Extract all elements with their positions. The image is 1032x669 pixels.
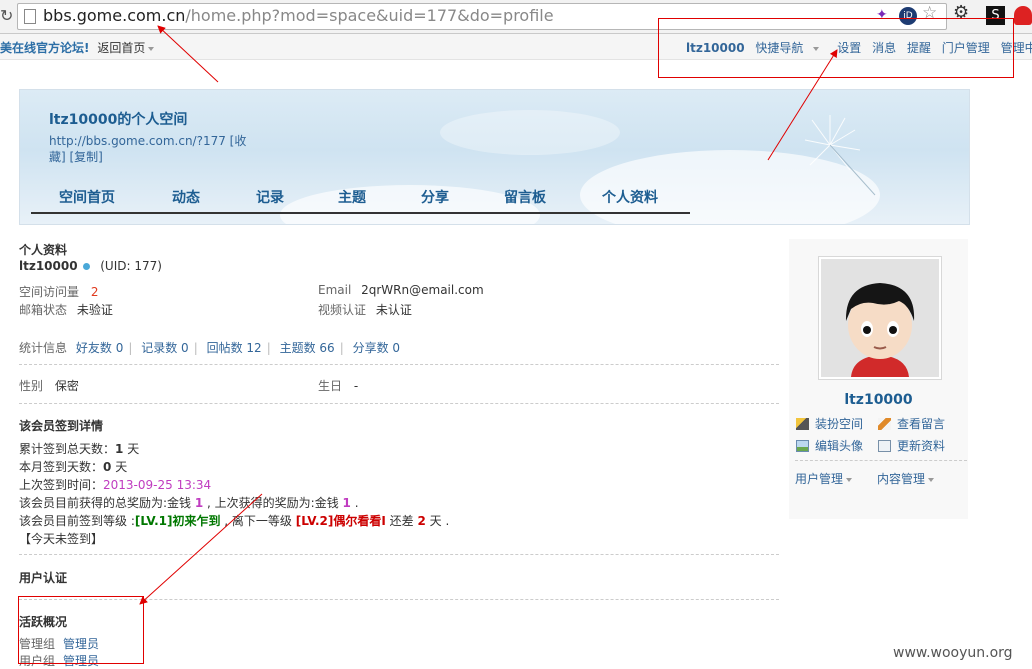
annotation-arrow [767,49,838,161]
watermark: www.wooyun.org [893,645,1013,661]
annotation-arrows [139,25,838,605]
annotation-arrow [157,25,219,83]
annotation-arrow [139,493,263,605]
